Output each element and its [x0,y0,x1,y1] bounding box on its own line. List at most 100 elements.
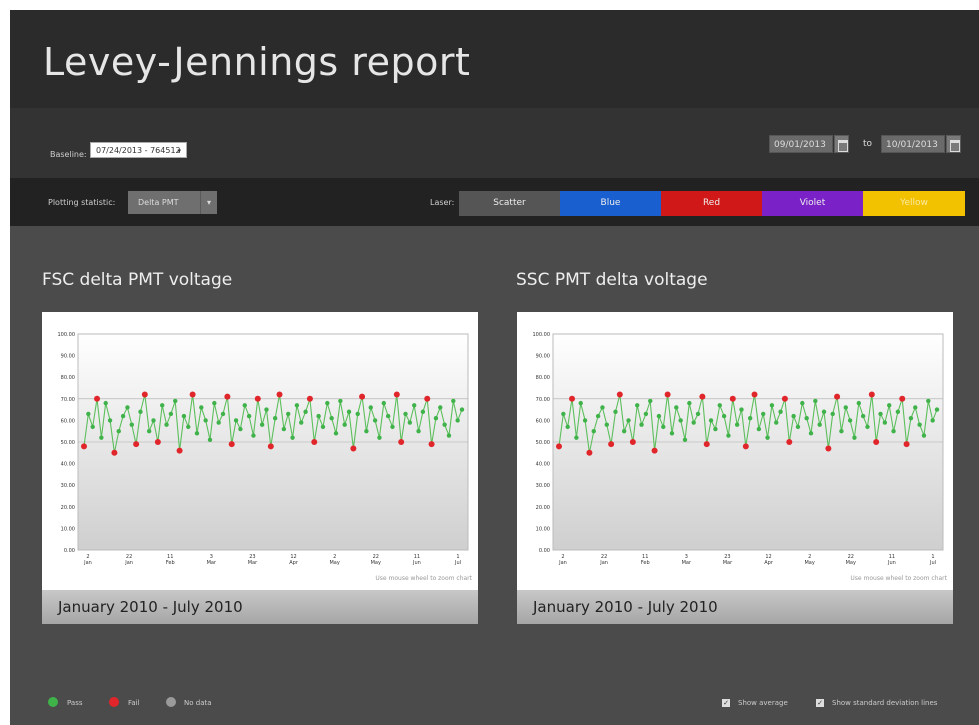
data-point-fail [81,443,87,450]
chevron-down-icon: ▾ [177,147,181,155]
data-point-fail [267,443,274,450]
data-point-fail [742,443,749,450]
data-point-pass [116,429,121,434]
y-tick-label: 50.00 [61,440,75,446]
zoom-hint: Use mouse wheel to zoom chart [375,575,472,582]
data-point-pass [860,413,866,419]
data-point-fail [899,395,906,402]
data-point-fail [703,441,710,448]
data-point-pass [817,422,822,427]
x-tick-label: May [804,560,814,566]
date-from-input[interactable]: 09/01/2013 [769,135,833,153]
laser-tab-scatter[interactable]: Scatter [459,191,560,216]
x-tick-label: Jan [83,560,92,566]
data-point-pass [329,416,334,421]
data-point-fail [228,441,235,448]
data-point-fail [111,449,118,456]
data-point-pass [726,433,731,438]
data-point-pass [774,420,779,425]
data-point-pass [272,416,278,421]
x-tick-label: Jan [558,560,567,566]
data-point-pass [635,403,640,408]
data-point-pass [325,400,330,406]
x-tick-label: May [371,560,381,566]
data-point-pass [290,435,295,440]
date-to-input[interactable]: 10/01/2013 [881,135,945,153]
chart-footer-ssc: January 2010 - July 2010 [517,590,953,624]
data-point-pass [368,405,373,410]
chart-card-ssc[interactable]: 100.00 90.00 80.00 70.00 60.00 50.00 40.00 30.0… [517,312,953,624]
data-point-pass [173,398,178,404]
data-point-pass [194,431,200,436]
x-tick-label: Apr [764,560,774,566]
y-tick-label: 30.00 [536,483,550,489]
y-tick-label: 20.00 [536,505,550,511]
data-point-fail [359,393,366,400]
laser-label: Laser: [430,198,455,207]
data-point-pass [600,405,605,410]
data-point-pass [926,398,931,404]
data-point-pass [674,405,679,410]
data-point-pass [251,433,256,438]
data-point-pass [604,422,609,427]
data-point-pass [708,418,714,423]
data-point-pass [934,407,940,412]
data-point-pass [99,435,104,440]
data-point-pass [342,422,347,427]
data-point-pass [90,424,95,430]
laser-tab-blue[interactable]: Blue [560,191,661,216]
data-point-pass [385,413,391,419]
calendar-from-icon[interactable] [834,135,849,153]
data-point-pass [372,418,378,423]
data-point-pass [917,422,922,427]
data-point-fail [398,439,405,445]
data-point-fail [424,395,431,402]
data-point-pass [146,429,152,434]
laser-tab-red[interactable]: Red [661,191,762,216]
data-point-pass [713,426,718,432]
data-point-pass [691,420,696,425]
show-average-checkbox[interactable]: ✓ [722,699,730,707]
data-point-pass [212,400,217,406]
chevron-down-icon[interactable]: ▾ [200,191,217,214]
plotting-statistic-select[interactable]: Delta PMT [128,191,200,214]
data-point-fail [629,439,636,445]
data-point-pass [103,400,108,406]
data-point-pass [821,409,827,414]
data-point-pass [561,411,566,417]
data-point-pass [451,398,456,404]
x-tick-label: Jul [929,560,936,566]
data-point-pass [930,418,935,423]
data-point-fail [94,395,101,402]
data-point-fail [664,391,671,398]
y-tick-label: 100.00 [533,332,551,338]
data-point-pass [643,411,649,417]
data-point-pass [438,405,443,410]
data-point-pass [913,405,918,410]
x-tick-label: Jun [887,560,896,566]
laser-tab-violet[interactable]: Violet [762,191,863,216]
data-point-fail [868,391,875,398]
data-point-pass [129,422,134,427]
laser-tab-yellow[interactable]: Yellow [863,191,965,216]
show-sd-checkbox[interactable]: ✓ [816,699,824,707]
x-tick-label: Mar [248,560,258,566]
data-point-pass [138,409,143,414]
data-point-pass [299,420,304,425]
data-point-pass [648,398,653,404]
zoom-hint: Use mouse wheel to zoom chart [850,575,947,582]
data-point-pass [86,411,91,417]
data-point-pass [281,426,287,432]
data-point-fail [276,391,283,398]
chart-ssc[interactable]: 100.00 90.00 80.00 70.00 60.00 50.00 40.00 30.0… [517,312,953,590]
page-title: Levey-Jennings report [43,40,471,84]
date-to-label: to [863,139,873,149]
data-point-pass [734,422,740,427]
chart-fsc[interactable]: 100.00 90.00 80.00 70.00 60.00 50.00 40.00 30.0… [42,312,478,590]
baseline-select[interactable]: 07/24/2013 - 764512 ▾ [90,142,187,158]
x-tick-label: Mar [682,560,692,566]
chart-card-fsc[interactable]: 100.00 90.00 80.00 70.00 60.00 50.00 40.00 30.0… [42,312,478,624]
calendar-to-icon[interactable] [946,135,961,153]
data-point-pass [381,400,386,406]
data-point-pass [621,429,627,434]
